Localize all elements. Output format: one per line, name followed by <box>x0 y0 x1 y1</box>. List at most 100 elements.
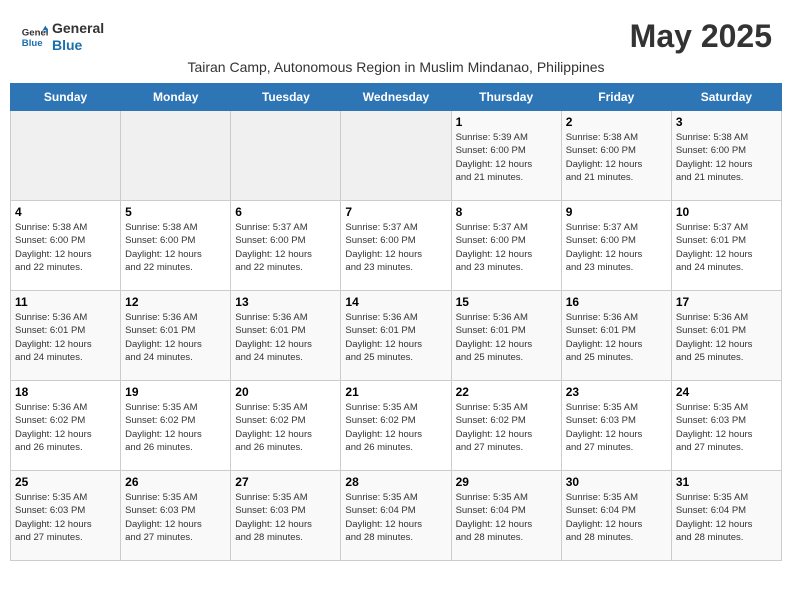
day-number: 30 <box>566 475 667 489</box>
weekday-header-monday: Monday <box>121 84 231 111</box>
calendar-week-4: 18 Sunrise: 5:36 AM Sunset: 6:02 PM Dayli… <box>11 381 782 471</box>
calendar-cell: 19 Sunrise: 5:35 AM Sunset: 6:02 PM Dayli… <box>121 381 231 471</box>
day-number: 24 <box>676 385 777 399</box>
day-info: Sunrise: 5:38 AM Sunset: 6:00 PM Dayligh… <box>566 131 667 184</box>
day-info: Sunrise: 5:38 AM Sunset: 6:00 PM Dayligh… <box>15 221 116 274</box>
day-info: Sunrise: 5:37 AM Sunset: 6:00 PM Dayligh… <box>345 221 446 274</box>
day-info: Sunrise: 5:35 AM Sunset: 6:03 PM Dayligh… <box>235 491 336 544</box>
page-header: General Blue General Blue May 2025 <box>10 10 782 59</box>
calendar-cell: 24Sunrise: 5:35 AM Sunset: 6:03 PM Dayli… <box>671 381 781 471</box>
calendar-cell: 15 Sunrise: 5:36 AM Sunset: 6:01 PM Dayli… <box>451 291 561 381</box>
day-info: Sunrise: 5:35 AM Sunset: 6:02 PM Dayligh… <box>235 401 336 454</box>
calendar-cell: 16 Sunrise: 5:36 AM Sunset: 6:01 PM Dayli… <box>561 291 671 381</box>
calendar-cell <box>341 111 451 201</box>
calendar-table: SundayMondayTuesdayWednesdayThursdayFrid… <box>10 83 782 561</box>
page-subtitle: Tairan Camp, Autonomous Region in Muslim… <box>10 59 782 75</box>
svg-text:Blue: Blue <box>22 37 43 48</box>
logo-line1: General <box>52 20 104 37</box>
calendar-cell <box>231 111 341 201</box>
day-info: Sunrise: 5:36 AM Sunset: 6:01 PM Dayligh… <box>15 311 116 364</box>
weekday-header-tuesday: Tuesday <box>231 84 341 111</box>
day-info: Sunrise: 5:36 AM Sunset: 6:01 PM Dayligh… <box>235 311 336 364</box>
calendar-cell: 5Sunrise: 5:38 AM Sunset: 6:00 PM Daylig… <box>121 201 231 291</box>
calendar-cell: 25 Sunrise: 5:35 AM Sunset: 6:03 PM Dayli… <box>11 471 121 561</box>
day-number: 26 <box>125 475 226 489</box>
calendar-cell: 6 Sunrise: 5:37 AM Sunset: 6:00 PM Daylig… <box>231 201 341 291</box>
weekday-header-friday: Friday <box>561 84 671 111</box>
day-info: Sunrise: 5:39 AM Sunset: 6:00 PM Dayligh… <box>456 131 557 184</box>
month-title: May 2025 <box>630 18 772 55</box>
calendar-cell <box>121 111 231 201</box>
day-info: Sunrise: 5:36 AM Sunset: 6:02 PM Dayligh… <box>15 401 116 454</box>
day-info: Sunrise: 5:37 AM Sunset: 6:00 PM Dayligh… <box>235 221 336 274</box>
day-number: 23 <box>566 385 667 399</box>
day-number: 18 <box>15 385 116 399</box>
day-number: 15 <box>456 295 557 309</box>
day-info: Sunrise: 5:35 AM Sunset: 6:03 PM Dayligh… <box>15 491 116 544</box>
calendar-cell: 2 Sunrise: 5:38 AM Sunset: 6:00 PM Daylig… <box>561 111 671 201</box>
day-number: 2 <box>566 115 667 129</box>
calendar-cell: 23 Sunrise: 5:35 AM Sunset: 6:03 PM Dayli… <box>561 381 671 471</box>
day-number: 31 <box>676 475 777 489</box>
day-number: 22 <box>456 385 557 399</box>
day-number: 1 <box>456 115 557 129</box>
calendar-cell: 21Sunrise: 5:35 AM Sunset: 6:02 PM Dayli… <box>341 381 451 471</box>
day-info: Sunrise: 5:38 AM Sunset: 6:00 PM Dayligh… <box>125 221 226 274</box>
day-number: 19 <box>125 385 226 399</box>
weekday-header-saturday: Saturday <box>671 84 781 111</box>
calendar-cell <box>11 111 121 201</box>
day-info: Sunrise: 5:36 AM Sunset: 6:01 PM Dayligh… <box>125 311 226 364</box>
calendar-cell: 18 Sunrise: 5:36 AM Sunset: 6:02 PM Dayli… <box>11 381 121 471</box>
day-number: 10 <box>676 205 777 219</box>
day-number: 17 <box>676 295 777 309</box>
day-info: Sunrise: 5:36 AM Sunset: 6:01 PM Dayligh… <box>345 311 446 364</box>
day-number: 25 <box>15 475 116 489</box>
calendar-cell: 11 Sunrise: 5:36 AM Sunset: 6:01 PM Dayli… <box>11 291 121 381</box>
calendar-cell: 1 Sunrise: 5:39 AM Sunset: 6:00 PM Daylig… <box>451 111 561 201</box>
calendar-cell: 3Sunrise: 5:38 AM Sunset: 6:00 PM Daylig… <box>671 111 781 201</box>
calendar-cell: 13Sunrise: 5:36 AM Sunset: 6:01 PM Dayli… <box>231 291 341 381</box>
day-number: 8 <box>456 205 557 219</box>
logo-icon: General Blue <box>20 23 48 51</box>
day-number: 9 <box>566 205 667 219</box>
calendar-header: SundayMondayTuesdayWednesdayThursdayFrid… <box>11 84 782 111</box>
day-info: Sunrise: 5:35 AM Sunset: 6:02 PM Dayligh… <box>345 401 446 454</box>
day-info: Sunrise: 5:36 AM Sunset: 6:01 PM Dayligh… <box>566 311 667 364</box>
day-number: 16 <box>566 295 667 309</box>
day-info: Sunrise: 5:35 AM Sunset: 6:03 PM Dayligh… <box>566 401 667 454</box>
day-info: Sunrise: 5:35 AM Sunset: 6:03 PM Dayligh… <box>125 491 226 544</box>
day-info: Sunrise: 5:35 AM Sunset: 6:02 PM Dayligh… <box>125 401 226 454</box>
day-info: Sunrise: 5:37 AM Sunset: 6:00 PM Dayligh… <box>566 221 667 274</box>
day-number: 4 <box>15 205 116 219</box>
calendar-cell: 4 Sunrise: 5:38 AM Sunset: 6:00 PM Daylig… <box>11 201 121 291</box>
calendar-cell: 8 Sunrise: 5:37 AM Sunset: 6:00 PM Daylig… <box>451 201 561 291</box>
day-info: Sunrise: 5:35 AM Sunset: 6:04 PM Dayligh… <box>345 491 446 544</box>
day-info: Sunrise: 5:36 AM Sunset: 6:01 PM Dayligh… <box>456 311 557 364</box>
calendar-cell: 31Sunrise: 5:35 AM Sunset: 6:04 PM Dayli… <box>671 471 781 561</box>
day-number: 27 <box>235 475 336 489</box>
day-number: 3 <box>676 115 777 129</box>
weekday-header-thursday: Thursday <box>451 84 561 111</box>
calendar-cell: 26 Sunrise: 5:35 AM Sunset: 6:03 PM Dayli… <box>121 471 231 561</box>
calendar-cell: 12 Sunrise: 5:36 AM Sunset: 6:01 PM Dayli… <box>121 291 231 381</box>
day-number: 20 <box>235 385 336 399</box>
logo: General Blue General Blue <box>20 20 104 54</box>
day-number: 12 <box>125 295 226 309</box>
day-info: Sunrise: 5:36 AM Sunset: 6:01 PM Dayligh… <box>676 311 777 364</box>
weekday-header-sunday: Sunday <box>11 84 121 111</box>
day-info: Sunrise: 5:37 AM Sunset: 6:00 PM Dayligh… <box>456 221 557 274</box>
calendar-week-2: 4 Sunrise: 5:38 AM Sunset: 6:00 PM Daylig… <box>11 201 782 291</box>
day-number: 11 <box>15 295 116 309</box>
calendar-cell: 22Sunrise: 5:35 AM Sunset: 6:02 PM Dayli… <box>451 381 561 471</box>
calendar-cell: 30 Sunrise: 5:35 AM Sunset: 6:04 PM Dayli… <box>561 471 671 561</box>
day-number: 14 <box>345 295 446 309</box>
day-info: Sunrise: 5:35 AM Sunset: 6:04 PM Dayligh… <box>456 491 557 544</box>
calendar-cell: 10Sunrise: 5:37 AM Sunset: 6:01 PM Dayli… <box>671 201 781 291</box>
day-info: Sunrise: 5:35 AM Sunset: 6:04 PM Dayligh… <box>566 491 667 544</box>
weekday-header-wednesday: Wednesday <box>341 84 451 111</box>
calendar-cell: 28 Sunrise: 5:35 AM Sunset: 6:04 PM Dayli… <box>341 471 451 561</box>
calendar-body: 1 Sunrise: 5:39 AM Sunset: 6:00 PM Daylig… <box>11 111 782 561</box>
calendar-cell: 7Sunrise: 5:37 AM Sunset: 6:00 PM Daylig… <box>341 201 451 291</box>
day-number: 28 <box>345 475 446 489</box>
day-number: 6 <box>235 205 336 219</box>
